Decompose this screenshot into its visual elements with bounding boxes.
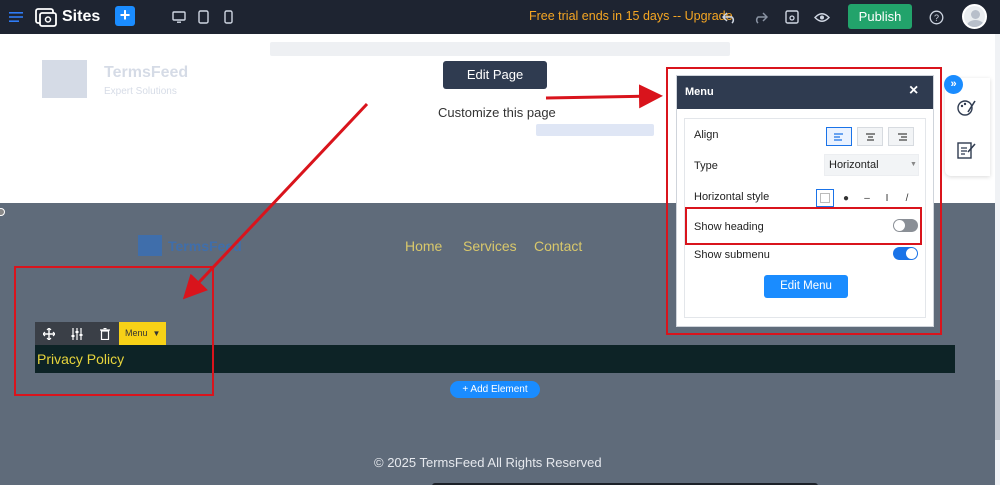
save-icon[interactable] [783,8,801,26]
logo-mark [42,60,87,98]
scrollbar-thumb[interactable] [995,380,1000,440]
sites-label[interactable]: Sites [62,8,100,26]
footer-nav-home[interactable]: Home [405,238,442,254]
trial-upgrade-link[interactable]: Free trial ends in 15 days -- Upgrade [529,9,733,23]
preview-icon[interactable] [813,8,831,26]
redo-icon[interactable] [751,8,769,26]
edit-page-button[interactable]: Edit Page [443,61,547,89]
mobile-icon[interactable] [222,8,234,25]
add-element-button[interactable]: + Add Element [450,381,540,398]
footer-logo-mark [138,235,162,256]
copyright-text: © 2025 TermsFeed All Rights Reserved [374,455,602,470]
hamburger-icon[interactable] [8,9,24,25]
expand-panel-button[interactable]: » [944,75,963,94]
add-button[interactable]: + [115,6,135,26]
desktop-icon[interactable] [171,9,187,25]
logo-name: TermsFeed [104,64,189,81]
annotation-panel-box [666,67,942,335]
footer-nav-contact[interactable]: Contact [534,238,582,254]
help-icon[interactable]: ? [927,8,945,26]
annotation-menu-box [14,266,214,396]
annotation-show-heading-box [685,207,922,245]
logo-tagline: Expert Solutions [104,86,177,97]
edit-content-icon[interactable] [956,140,976,165]
tablet-icon[interactable] [196,8,210,25]
footer-nav-services[interactable]: Services [463,238,517,254]
svg-text:?: ? [933,13,938,23]
customize-text: Customize this page [438,105,556,120]
top-toolbar: Sites + Free trial ends in 15 days -- Up… [0,0,1000,34]
undo-icon[interactable] [720,8,738,26]
publish-button[interactable]: Publish [848,4,912,29]
faded-placeholder-2 [536,124,654,136]
design-palette-icon[interactable] [956,98,976,123]
footer-logo-name: TermsFeed [168,238,242,254]
faded-placeholder [270,42,730,56]
avatar[interactable] [962,4,987,29]
sites-icon[interactable] [35,6,57,28]
